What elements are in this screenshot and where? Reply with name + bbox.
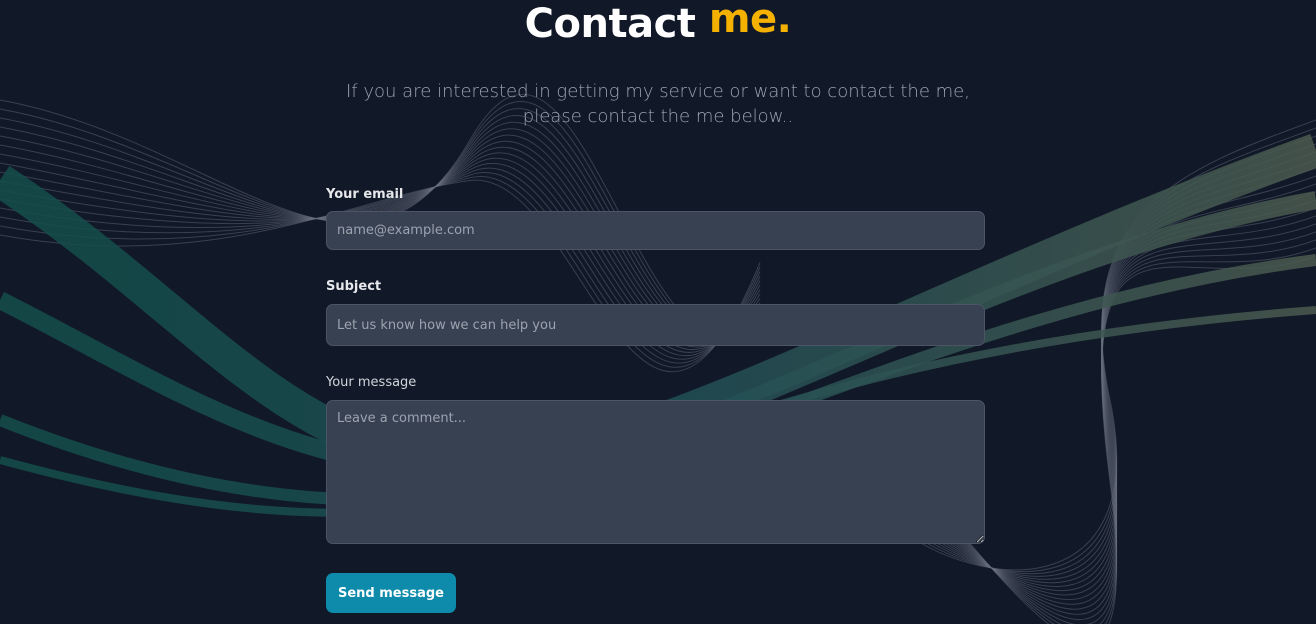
contact-page: Contact me. If you are interested in get… [0, 0, 1316, 624]
email-label: Your email [326, 187, 404, 202]
subject-field[interactable] [326, 304, 985, 346]
email-field[interactable] [326, 211, 985, 250]
send-message-button[interactable]: Send message [326, 573, 456, 613]
page-title-accent: me. [708, 0, 792, 42]
page-title: Contact me. [0, 0, 1316, 48]
page-title-main: Contact [524, 1, 696, 47]
message-label: Your message [326, 375, 417, 390]
message-textarea[interactable] [326, 400, 985, 544]
subject-label: Subject [326, 279, 382, 294]
subtitle-line-1: If you are interested in getting my serv… [346, 81, 970, 102]
subtitle-line-2: please contact the me below.. [522, 106, 794, 127]
page-subtitle: If you are interested in getting my serv… [330, 79, 986, 129]
